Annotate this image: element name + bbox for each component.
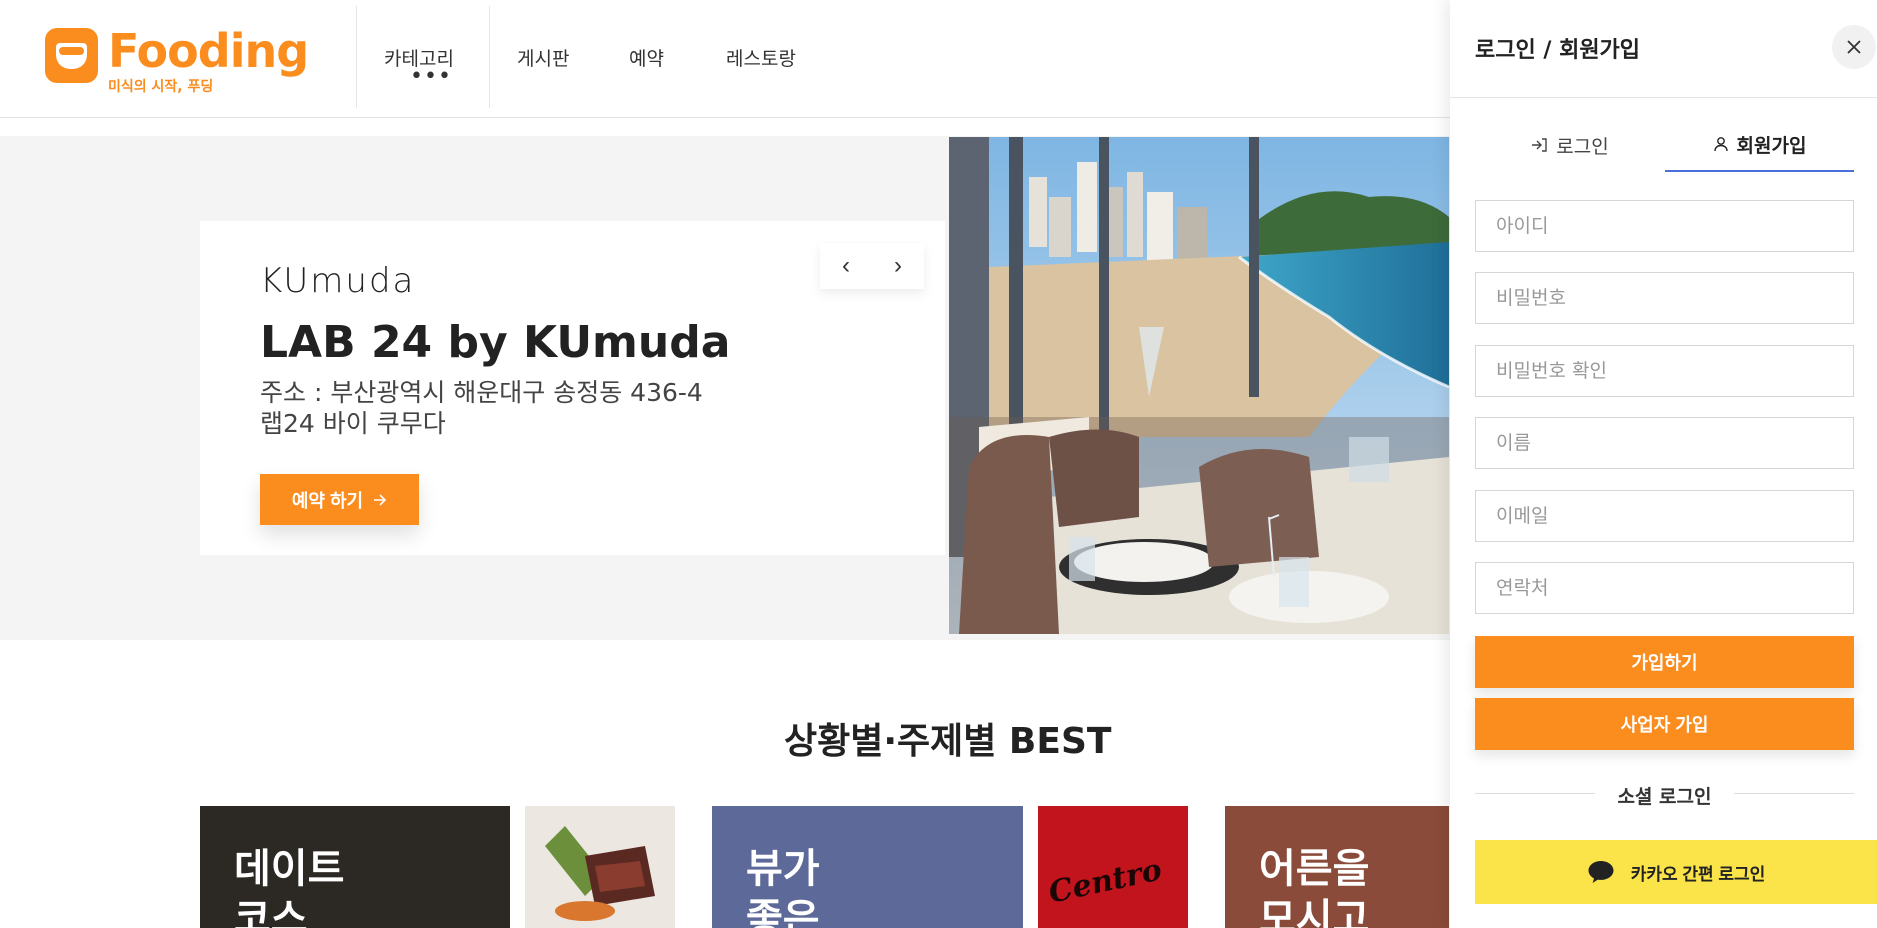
- username-input[interactable]: [1475, 200, 1854, 252]
- nav-divider: [356, 6, 357, 108]
- tab-login[interactable]: 로그인: [1475, 118, 1664, 172]
- steak-dish-image: [525, 806, 675, 928]
- hero-restaurant-photo: [949, 137, 1449, 634]
- best-card-label-line: 뷰가: [746, 846, 820, 892]
- more-dots-icon[interactable]: •••: [410, 66, 452, 88]
- restaurant-brand-logo: KUmuda: [260, 261, 416, 301]
- chat-bubble-icon: [1588, 861, 1614, 883]
- best-card-elders[interactable]: 어른을 모시고: [1225, 806, 1449, 928]
- hero-address: 주소 : 부산광역시 해운대구 송정동 436-4 랩24 바이 쿠무다: [260, 377, 703, 439]
- page: Fooding 미식의 시작, 푸딩 카테고리 ••• 게시판 예약 레스토랑 …: [0, 0, 1877, 928]
- logo-tagline: 미식의 시작, 푸딩: [108, 79, 214, 95]
- pudding-logo-icon: [45, 28, 98, 83]
- best-card-label: 데이트 코스: [234, 844, 344, 928]
- best-card-centro-photo[interactable]: Centro: [1038, 806, 1188, 928]
- centro-sign-text: Centro: [1045, 852, 1165, 911]
- nav-board[interactable]: 게시판: [517, 44, 569, 71]
- nav-restaurant[interactable]: 레스토랑: [726, 44, 796, 71]
- reserve-button-label: 예약 하기: [291, 490, 364, 511]
- nav-reservation[interactable]: 예약: [629, 44, 664, 71]
- tab-signup[interactable]: 회원가입: [1665, 118, 1854, 172]
- close-drawer-button[interactable]: [1832, 25, 1876, 69]
- tab-login-label: 로그인: [1556, 135, 1609, 158]
- phone-input[interactable]: [1475, 562, 1854, 614]
- drawer-header: 로그인 / 회원가입: [1450, 0, 1877, 98]
- drawer-title: 로그인 / 회원가입: [1475, 38, 1641, 63]
- prev-slide-button[interactable]: ‹: [820, 243, 872, 289]
- social-login-label: 소셜 로그인: [1617, 786, 1712, 808]
- best-card-label-line: 모시고: [1259, 896, 1370, 928]
- divider-line: [1734, 793, 1854, 794]
- best-card-label-line: 데이트: [234, 846, 345, 892]
- best-card-label-line: 좋은: [746, 896, 820, 928]
- business-signup-button[interactable]: 사업자 가입: [1475, 698, 1854, 750]
- auth-tabs: 로그인 회원가입: [1475, 118, 1854, 172]
- kakao-login-label: 카카오 간편 로그인: [1630, 864, 1766, 884]
- best-card-label-line: 코스: [234, 896, 308, 928]
- password-confirm-input[interactable]: [1475, 345, 1854, 397]
- login-icon: [1532, 138, 1547, 152]
- name-input[interactable]: [1475, 417, 1854, 469]
- password-input[interactable]: [1475, 272, 1854, 324]
- reserve-button[interactable]: 예약 하기: [260, 474, 419, 525]
- hero-title: LAB 24 by KUmuda: [260, 317, 731, 368]
- nav-divider: [489, 6, 490, 108]
- best-card-date[interactable]: 데이트 코스: [200, 806, 510, 928]
- signup-button[interactable]: 가입하기: [1475, 636, 1854, 688]
- next-slide-button[interactable]: ›: [872, 243, 924, 289]
- login-signup-drawer: 로그인 / 회원가입 로그인 회원가입 가입하기 사업자 가입 소셜 로그인: [1450, 0, 1877, 928]
- arrow-right-icon: [374, 493, 387, 506]
- best-card-label-line: 어른을: [1259, 846, 1370, 892]
- address-line: 주소 : 부산광역시 해운대구 송정동 436-4: [260, 378, 703, 407]
- kakao-login-button[interactable]: 카카오 간편 로그인: [1475, 840, 1877, 904]
- slider-arrows: ‹ ›: [820, 243, 924, 289]
- best-card-view[interactable]: 뷰가 좋은: [712, 806, 1023, 928]
- best-card-label: 뷰가 좋은: [746, 844, 820, 928]
- restaurant-ocean-view-image: [949, 137, 1449, 634]
- best-card-label: 어른을 모시고: [1259, 844, 1369, 928]
- logo-name: Fooding: [108, 24, 309, 78]
- user-icon: [1713, 137, 1728, 152]
- tab-signup-label: 회원가입: [1736, 134, 1807, 157]
- address-subline: 랩24 바이 쿠무다: [260, 409, 446, 438]
- best-section-title: 상황별·주제별 BEST: [784, 721, 1112, 762]
- fooding-logo[interactable]: Fooding 미식의 시작, 푸딩: [45, 24, 309, 96]
- best-card-steak-photo[interactable]: [525, 806, 675, 928]
- close-icon: [1847, 40, 1861, 54]
- email-input[interactable]: [1475, 490, 1854, 542]
- social-login-divider: 소셜 로그인: [1475, 782, 1854, 808]
